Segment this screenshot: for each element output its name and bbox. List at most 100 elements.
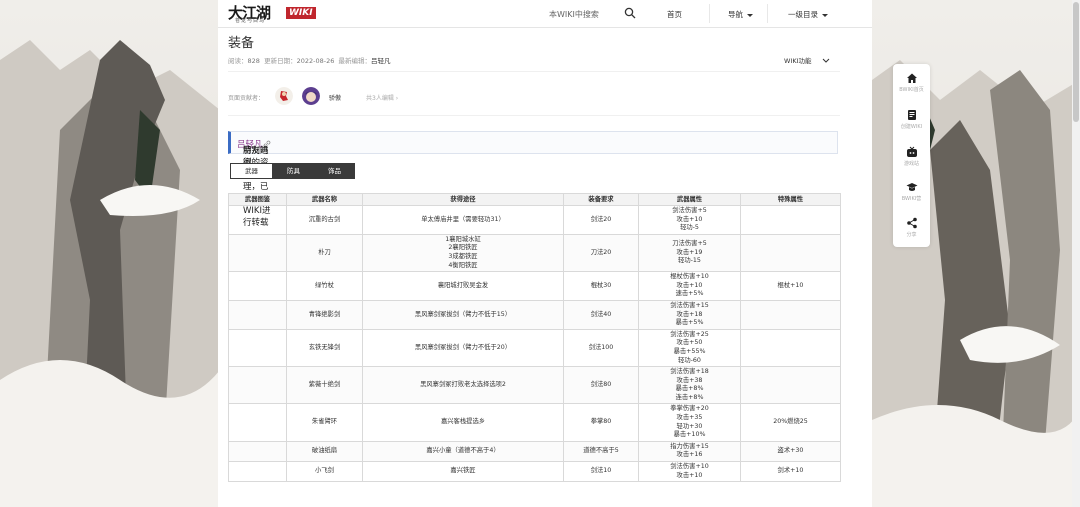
wiki-function-dropdown[interactable]: WIKI功能 — [784, 55, 830, 65]
nav-menu-dropdown[interactable]: 一级目录 — [788, 9, 828, 20]
table-cell — [228, 205, 287, 235]
table-cell — [228, 233, 287, 273]
table-cell: 剑法伤害+18 攻击+38 暴击+8% 连击+8% — [638, 366, 741, 405]
contributors-label: 页面贡献者： — [228, 95, 265, 102]
table-cell: 紫薇十绝剑 — [286, 366, 363, 405]
table-row: 破油纸扇 嘉兴小童（道德不高于4） 道德不高于5 指力伤害+15 攻击+16 盗术+30 — [228, 440, 841, 463]
table-cell: 剑法100 — [563, 328, 639, 368]
table-cell: 棍杖伤害+10 攻击+10 速击+5% — [638, 271, 741, 301]
table-cell — [740, 233, 841, 273]
sidebar-item-game-site[interactable]: 游戏站 — [893, 146, 930, 167]
table-cell: 黑风寨剑冢拔剑（臂力不低于15） — [362, 299, 564, 330]
table-cell: 剑术+10 — [740, 461, 841, 483]
table-cell: 剑法伤害+15 攻击+18 暴击+5% — [638, 299, 741, 330]
tab-weapon[interactable]: 武器 — [230, 163, 273, 179]
table-cell: 剑法伤害+10 攻击+10 — [638, 461, 741, 483]
table-cell — [740, 299, 841, 330]
table-row: 小飞剑 嘉兴铁匠 剑法10 剑法伤害+10 攻击+10 剑术+10 — [228, 461, 841, 483]
search-icon[interactable] — [624, 7, 636, 19]
editor-label: 最新编辑： — [338, 57, 371, 65]
updated-label: 更新日期： — [264, 57, 297, 65]
tab-armor[interactable]: 防具 — [273, 163, 314, 179]
page-scrollbar[interactable] — [1072, 0, 1080, 507]
graduation-cap-icon — [906, 183, 917, 191]
contributor-avatar[interactable] — [275, 87, 293, 105]
wiki-function-label: WIKI功能 — [784, 57, 812, 65]
table-cell: 剑法伤害+25 攻击+50 暴击+55% 轻功-60 — [638, 328, 741, 368]
contributors-count-link[interactable]: 共3人编辑 › — [366, 93, 398, 102]
column-header: 获得途径 — [362, 193, 564, 206]
table-cell: 黑风寨剑冢拔剑（臂力不低于20） — [362, 328, 564, 368]
top-navbar: 大江湖 苍龙与白鸟 WIKI 本WIKI中搜索 首页 导航 一级目录 — [218, 0, 872, 28]
sidebar-label: 游戏站 — [903, 161, 919, 167]
table-cell: 拳掌80 — [563, 403, 639, 442]
reads-count: 828 — [247, 57, 260, 65]
editor-link[interactable]: 吕轻凡 — [371, 57, 391, 65]
table-cell: 绿竹杖 — [286, 271, 363, 301]
contributor-avatar[interactable] — [302, 87, 320, 105]
chevron-down-icon — [822, 58, 829, 63]
share-icon — [906, 217, 917, 229]
table-cell: 朴刀 — [286, 233, 363, 273]
create-wiki-icon — [907, 110, 916, 120]
table-cell: 青锋绝影剑 — [286, 299, 363, 330]
sidebar-item-create-wiki[interactable]: 创建WIKI — [893, 109, 930, 130]
nav-menu-label: 一级目录 — [788, 10, 818, 19]
table-cell: 破油纸扇 — [286, 440, 363, 463]
table-cell: 嘉兴小童（道德不高于4） — [362, 440, 564, 463]
nav-guide-dropdown[interactable]: 导航 — [728, 9, 753, 20]
sidebar-item-bwiki-camp[interactable]: BWIKI营 — [893, 181, 930, 202]
table-row: 紫薇十绝剑 黑风寨剑冢打败老太选择选项2 剑法80 剑法伤害+18 攻击+38 暴击+… — [228, 366, 841, 405]
table-cell: 小飞剑 — [286, 461, 363, 483]
home-icon — [906, 73, 917, 83]
table-cell: 道德不高于5 — [563, 440, 639, 463]
site-logo[interactable]: 大江湖 苍龙与白鸟 WIKI — [228, 2, 316, 24]
contributor-name[interactable]: 骄傲 — [329, 93, 341, 102]
table-cell: 棍杖30 — [563, 271, 639, 301]
column-header: 武器名称 — [286, 193, 363, 206]
weapon-table: 武器图鉴 武器名称 获得途径 装备要求 武器属性 特殊属性 沉重的古剑 单太傅庙井… — [228, 193, 841, 483]
wiki-page: 大江湖 苍龙与白鸟 WIKI 本WIKI中搜索 首页 导航 一级目录 装备 阅读… — [218, 0, 872, 507]
divider — [228, 115, 840, 116]
equipment-tabs: 武器 防具 饰品 — [230, 163, 355, 179]
sidebar-item-share[interactable]: 分享 — [893, 217, 930, 238]
scrollbar-thumb[interactable] — [1073, 2, 1079, 122]
nav-home-link[interactable]: 首页 — [667, 9, 682, 20]
nav-guide-label: 导航 — [728, 10, 743, 19]
nav-divider — [709, 4, 710, 23]
table-cell — [228, 271, 287, 301]
sidebar-label: 创建WIKI — [900, 124, 923, 130]
table-header-row: 武器图鉴 武器名称 获得途径 装备要求 武器属性 特殊属性 — [228, 193, 841, 206]
table-cell: 剑法40 — [563, 299, 639, 330]
table-cell: 拳掌伤害+20 攻击+35 轻功+30 暴击+10% — [638, 403, 741, 442]
side-toolbar: BWIKI首页 创建WIKI 游戏站 BWIKI营 分享 — [893, 64, 930, 247]
table-cell — [740, 328, 841, 368]
table-cell: 棍杖+10 — [740, 271, 841, 301]
column-header: 武器图鉴 — [228, 193, 287, 206]
table-cell: 黑风寨剑冢打败老太选择选项2 — [362, 366, 564, 405]
column-header: 装备要求 — [563, 193, 639, 206]
table-cell: 指力伤害+15 攻击+16 — [638, 440, 741, 463]
table-cell — [740, 205, 841, 235]
nav-divider — [767, 4, 768, 23]
table-cell — [740, 366, 841, 405]
reads-label: 阅读： — [228, 57, 248, 65]
table-cell — [228, 366, 287, 405]
notice-banner: 特别鸣谢吕轻凡朋友进行的资料整理，已授权本WIKI进行转载 — [228, 131, 838, 228]
table-cell — [228, 328, 287, 368]
table-cell: 嘉兴铁匠 — [362, 461, 564, 483]
tab-accessory[interactable]: 饰品 — [314, 163, 355, 179]
search-input[interactable]: 本WIKI中搜索 — [549, 9, 599, 20]
table-cell: 剑法伤害+5 攻击+10 轻功-5 — [638, 205, 741, 235]
tv-icon — [906, 146, 917, 157]
table-cell — [228, 461, 287, 483]
table-cell: 刀法伤害+5 攻击+19 轻功-15 — [638, 233, 741, 273]
table-cell: 剑法20 — [563, 205, 639, 235]
wiki-badge: WIKI — [286, 7, 316, 19]
updated-date: 2022-08-26 — [296, 57, 335, 65]
table-row: 朴刀 1襄阳城水缸 2襄阳铁匠 3成都铁匠 4衡阳铁匠 刀法20 刀法伤害+5 攻击+… — [228, 233, 841, 273]
table-cell: 玄铁无锋剑 — [286, 328, 363, 368]
table-cell: 襄阳城打败吴金发 — [362, 271, 564, 301]
table-cell: 沉重的古剑 — [286, 205, 363, 235]
sidebar-item-home[interactable]: BWIKI首页 — [893, 72, 930, 93]
